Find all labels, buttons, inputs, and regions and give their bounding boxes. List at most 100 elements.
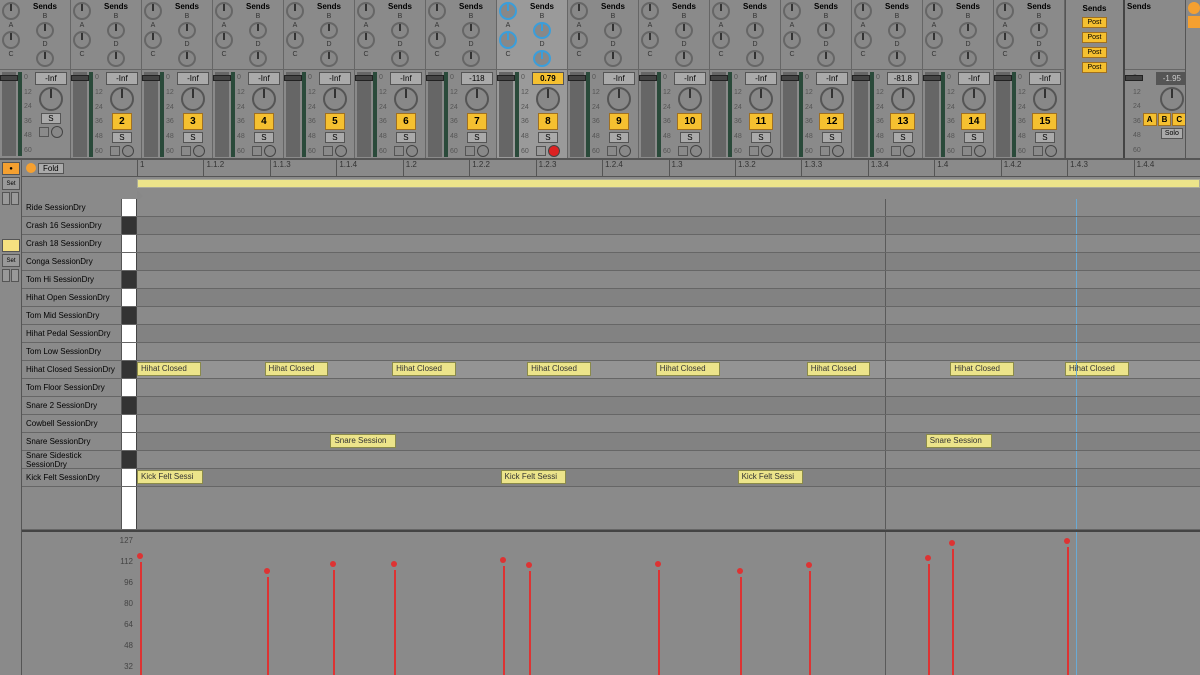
volume-fader[interactable]	[215, 72, 229, 157]
velocity-handle[interactable]	[500, 557, 506, 563]
track-strip[interactable]: ACSendsBD01224364860-Inf15S	[994, 0, 1065, 158]
solo-button[interactable]: Solo	[1161, 128, 1183, 139]
midi-note[interactable]: Snare Session	[926, 434, 992, 448]
view-mode[interactable]	[2, 239, 20, 252]
lane-label[interactable]: Cowbell SessionDry	[22, 415, 122, 432]
record-arm-button[interactable]	[548, 145, 560, 157]
volume-display[interactable]: -Inf	[35, 72, 67, 85]
send-knob[interactable]	[249, 22, 267, 39]
track-strip[interactable]: ACSendsBD01224364860-Inf11S	[710, 0, 781, 158]
send-knob[interactable]	[249, 50, 267, 67]
send-knob[interactable]	[215, 2, 233, 20]
send-knob[interactable]	[107, 22, 125, 39]
midi-note[interactable]: Hihat Closed	[1065, 362, 1129, 376]
solo-button[interactable]: S	[1035, 132, 1054, 143]
solo-button[interactable]: S	[254, 132, 273, 143]
send-knob[interactable]	[888, 50, 906, 67]
lane-content[interactable]	[137, 289, 1200, 306]
track-activator[interactable]	[678, 146, 688, 156]
midi-note[interactable]: Hihat Closed	[265, 362, 329, 376]
send-knob[interactable]	[570, 2, 588, 20]
piano-key[interactable]	[122, 415, 137, 432]
send-knob[interactable]	[1030, 50, 1048, 67]
send-knob[interactable]	[178, 22, 196, 39]
lane-label[interactable]: Snare Sidestick SessionDry	[22, 451, 122, 468]
send-knob[interactable]	[746, 50, 764, 67]
record-arm-button[interactable]	[619, 145, 631, 157]
send-knob[interactable]	[391, 22, 409, 39]
volume-display[interactable]: -Inf	[674, 72, 706, 85]
return-track-button[interactable]: B	[1158, 113, 1172, 126]
nudge-right[interactable]	[11, 192, 19, 205]
midi-note[interactable]: Hihat Closed	[656, 362, 720, 376]
lane-content[interactable]	[137, 379, 1200, 396]
velocity-bar[interactable]	[394, 570, 396, 675]
solo-button[interactable]: S	[609, 132, 628, 143]
send-knob[interactable]	[499, 2, 517, 20]
track-activator[interactable]	[820, 146, 830, 156]
velocity-bar[interactable]	[1067, 547, 1069, 675]
record-arm-button[interactable]	[761, 145, 773, 157]
piano-key[interactable]	[122, 361, 137, 378]
track-strip[interactable]: ACSendsBD01224364860-Inf9S	[568, 0, 639, 158]
set-button[interactable]: Set	[2, 254, 20, 267]
track-strip[interactable]: ACSendsBD01224364860-1187S	[426, 0, 497, 158]
record-arm-button[interactable]	[477, 145, 489, 157]
volume-fader[interactable]	[2, 72, 16, 156]
send-knob[interactable]	[996, 2, 1014, 20]
track-activator[interactable]	[962, 146, 972, 156]
piano-key[interactable]	[122, 253, 137, 270]
pan-knob[interactable]	[536, 87, 560, 111]
loop-region[interactable]	[137, 179, 1200, 188]
send-knob[interactable]	[107, 50, 125, 67]
track-activator[interactable]	[607, 146, 617, 156]
volume-fader[interactable]	[144, 72, 158, 157]
send-knob[interactable]	[712, 2, 730, 20]
track-activator[interactable]	[749, 146, 759, 156]
lane-content[interactable]	[137, 271, 1200, 288]
velocity-bar[interactable]	[267, 577, 269, 675]
lane-label[interactable]: Crash 16 SessionDry	[22, 217, 122, 234]
send-knob[interactable]	[1030, 22, 1048, 39]
piano-key[interactable]	[122, 343, 137, 360]
pan-knob[interactable]	[394, 87, 418, 111]
post-button[interactable]: Post	[1082, 47, 1106, 58]
send-knob[interactable]	[746, 22, 764, 39]
track-strip[interactable]: ACSendsBD01224364860-Inf14S	[923, 0, 994, 158]
solo-button[interactable]: S	[680, 132, 699, 143]
track-activator[interactable]	[323, 146, 333, 156]
lane-label[interactable]: Crash 18 SessionDry	[22, 235, 122, 252]
view-toggle[interactable]: ●	[2, 162, 20, 175]
piano-key[interactable]	[122, 325, 137, 342]
send-knob[interactable]	[428, 2, 446, 20]
master-volume[interactable]: -1.95	[1156, 72, 1188, 85]
record-arm-button[interactable]	[406, 145, 418, 157]
piano-key[interactable]	[122, 451, 137, 468]
pan-knob[interactable]	[252, 87, 276, 111]
set-button[interactable]: Set	[2, 177, 20, 190]
track-number-button[interactable]: 5	[325, 113, 345, 130]
send-knob[interactable]	[286, 2, 304, 20]
enable-icon[interactable]	[26, 163, 36, 173]
volume-display[interactable]: -Inf	[248, 72, 280, 85]
volume-fader[interactable]	[570, 72, 584, 157]
send-knob[interactable]	[783, 31, 801, 49]
track-activator[interactable]	[394, 146, 404, 156]
track-strip[interactable]: ACSendsBD01224364860-Inf2S	[71, 0, 142, 158]
send-knob[interactable]	[36, 50, 54, 67]
velocity-bar[interactable]	[740, 577, 742, 675]
record-arm-button[interactable]	[832, 145, 844, 157]
piano-key[interactable]	[122, 199, 137, 216]
track-activator[interactable]	[465, 146, 475, 156]
velocity-handle[interactable]	[806, 562, 812, 568]
send-knob[interactable]	[888, 22, 906, 39]
send-knob[interactable]	[604, 22, 622, 39]
volume-fader[interactable]	[783, 72, 797, 157]
cue-indicator-icon[interactable]	[1188, 2, 1200, 14]
volume-display[interactable]: -118	[461, 72, 493, 85]
volume-fader[interactable]	[73, 72, 87, 157]
pan-knob[interactable]	[39, 87, 63, 111]
track-number-button[interactable]: 9	[609, 113, 629, 130]
nudge-right[interactable]	[11, 269, 19, 282]
nudge-left[interactable]	[2, 192, 10, 205]
